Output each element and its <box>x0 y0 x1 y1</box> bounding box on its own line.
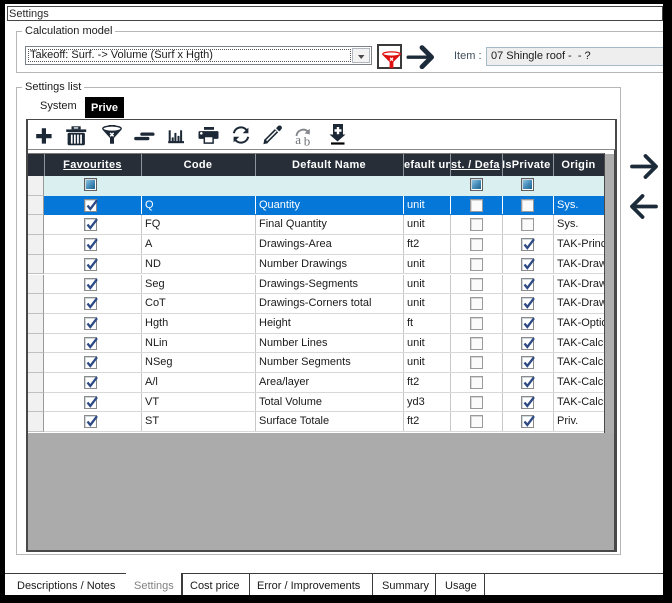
svg-text:b: b <box>303 134 310 147</box>
svg-text:a: a <box>295 132 301 146</box>
